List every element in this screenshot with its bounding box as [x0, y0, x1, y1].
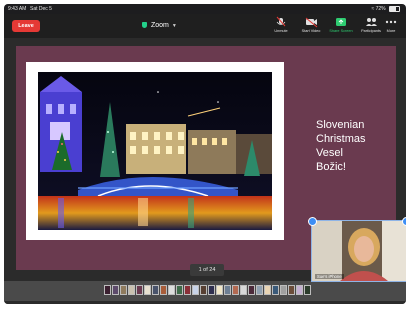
slide-thumbnail[interactable] — [104, 285, 111, 295]
resize-handle[interactable] — [308, 217, 317, 226]
meeting-title-text: Zoom — [151, 22, 169, 29]
slide-thumbnail[interactable] — [168, 285, 175, 295]
slide-thumbnail[interactable] — [224, 285, 231, 295]
share-screen-label: Share Screen — [329, 29, 353, 33]
battery-percent: 72% — [375, 6, 386, 12]
slide-thumbnail[interactable] — [232, 285, 239, 295]
slide-thumbnail[interactable] — [208, 285, 215, 295]
slide-photo-frame — [26, 62, 284, 240]
slide-thumbnail[interactable] — [184, 285, 191, 295]
slide-thumbnail[interactable] — [248, 285, 255, 295]
slide-thumbnail[interactable] — [192, 285, 199, 295]
slide-thumbnail[interactable] — [144, 285, 151, 295]
slide-thumbnail[interactable] — [256, 285, 263, 295]
start-video-button[interactable]: Start Video — [296, 16, 326, 38]
slide-thumbnail[interactable] — [152, 285, 159, 295]
share-screen-button[interactable]: Share Screen — [326, 16, 356, 38]
security-shield-icon — [142, 22, 147, 28]
slide-photo — [38, 72, 272, 230]
slide-page-indicator: 1 of 24 — [190, 264, 224, 276]
slide-thumbnail[interactable] — [240, 285, 247, 295]
self-view-name: Sue's iPhone — [315, 274, 344, 279]
more-button[interactable]: More — [376, 16, 406, 38]
more-icon — [385, 20, 397, 24]
status-date: Sat Dec 5 — [30, 6, 52, 12]
slide-thumbnail[interactable] — [296, 285, 303, 295]
chevron-down-icon: ▼ — [171, 23, 177, 29]
slide-caption-line: Christmas — [316, 133, 366, 145]
slide-thumbnail[interactable] — [200, 285, 207, 295]
slide-caption-line: Vesel — [316, 147, 343, 159]
slide-thumbnail[interactable] — [136, 285, 143, 295]
start-video-label: Start Video — [301, 29, 321, 33]
slide-caption-line: Slovenian — [316, 119, 365, 131]
meeting-title[interactable]: Zoom ▼ — [142, 20, 177, 32]
video-off-icon — [305, 17, 318, 28]
slide-caption-line: Božic! — [316, 161, 346, 173]
slide-thumbnail[interactable] — [272, 285, 279, 295]
self-video-tile[interactable]: Sue's iPhone — [311, 220, 406, 282]
slide-thumbnail[interactable] — [120, 285, 127, 295]
slide-thumbnail-strip[interactable] — [4, 281, 406, 301]
ljubljana-christmas-photo — [38, 72, 272, 230]
slide-thumbnail[interactable] — [264, 285, 271, 295]
mic-muted-icon — [276, 16, 286, 27]
meeting-toolbar: Leave Zoom ▼ Unmute Start Video Share Sc… — [4, 14, 406, 38]
wifi-icon: ≈ — [371, 6, 375, 12]
ipad-screen: 9:43 AM Sat Dec 5 ≈ 72% Leave Zoom ▼ Unmu… — [4, 4, 406, 304]
slide-thumbnail[interactable] — [112, 285, 119, 295]
status-bar: 9:43 AM Sat Dec 5 ≈ 72% — [4, 4, 406, 14]
slide-thumbnail[interactable] — [304, 285, 311, 295]
participant-video — [312, 221, 406, 281]
slide-thumbnail[interactable] — [288, 285, 295, 295]
share-screen-icon — [336, 18, 346, 26]
resize-handle[interactable] — [402, 217, 406, 226]
status-right: ≈ 72% — [371, 4, 400, 14]
status-time: 9:43 AM — [8, 6, 27, 12]
battery-icon — [389, 5, 400, 12]
more-label: More — [386, 29, 396, 33]
slide-thumbnail[interactable] — [216, 285, 223, 295]
unmute-label: Unmute — [274, 29, 288, 33]
slide-caption: Slovenian Christmas Vesel Božic! — [316, 118, 366, 174]
slide-thumbnail[interactable] — [160, 285, 167, 295]
slide-thumbnail[interactable] — [128, 285, 135, 295]
slide-thumbnail[interactable] — [176, 285, 183, 295]
leave-button[interactable]: Leave — [12, 20, 40, 32]
unmute-button[interactable]: Unmute — [266, 16, 296, 38]
slide-thumbnail[interactable] — [280, 285, 287, 295]
